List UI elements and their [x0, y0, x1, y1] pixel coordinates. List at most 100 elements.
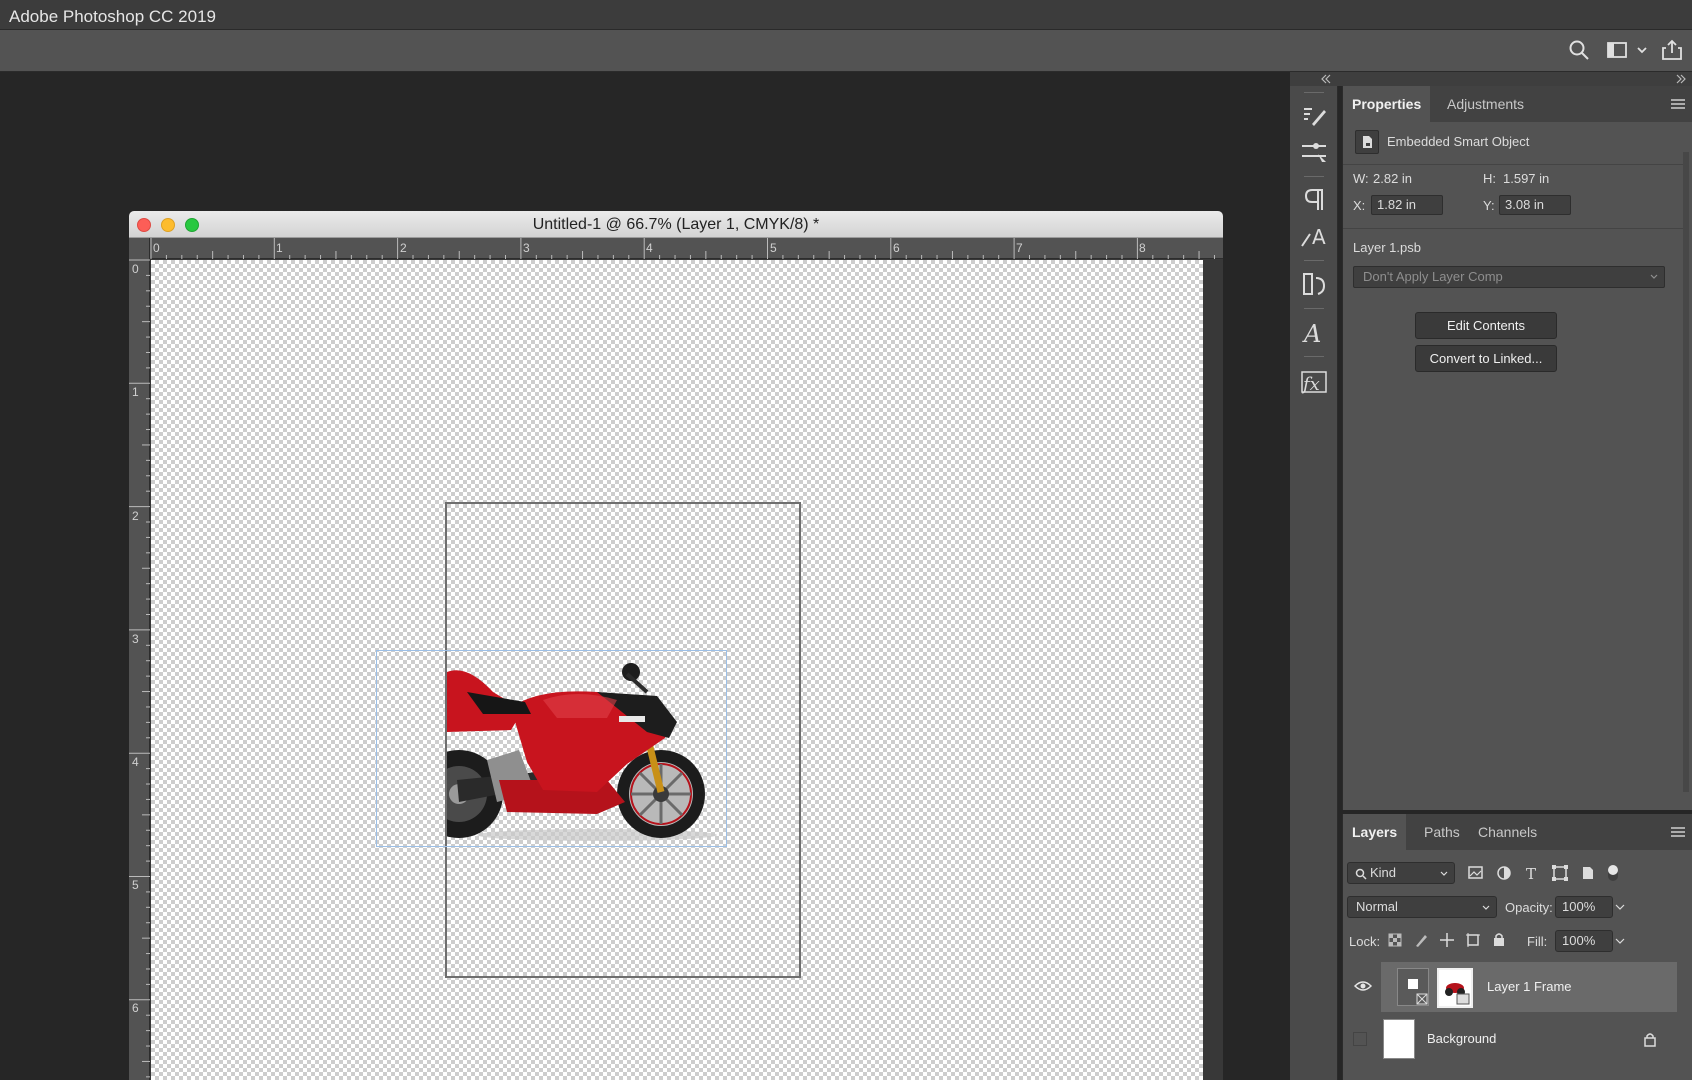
blend-mode-select[interactable]: Normal [1347, 896, 1497, 918]
tab-paths[interactable]: Paths [1415, 814, 1469, 850]
horizontal-ruler[interactable]: 0 1 2 3 4 5 6 7 8 [150, 238, 1223, 259]
layer-row-layer-1-frame[interactable]: Layer 1 Frame [1343, 962, 1677, 1012]
chevron-down-icon [1482, 905, 1490, 910]
brushes-icon[interactable] [1296, 136, 1332, 168]
divider [1343, 228, 1683, 229]
ruler-label: 1 [132, 385, 139, 399]
h-label: H: [1483, 171, 1496, 186]
lock-artboard-icon[interactable] [1465, 932, 1481, 948]
lock-position-icon[interactable] [1439, 932, 1455, 948]
tab-adjustments[interactable]: Adjustments [1438, 86, 1533, 122]
divider [1343, 164, 1683, 165]
edit-contents-button[interactable]: Edit Contents [1415, 312, 1557, 339]
frame-icon [1416, 993, 1428, 1005]
separator [1304, 92, 1324, 93]
filter-kind-select[interactable]: Kind [1347, 862, 1455, 884]
filter-toggle-icon[interactable] [1603, 863, 1623, 883]
object-type-label: Embedded Smart Object [1387, 134, 1530, 149]
filter-type-icon[interactable]: T [1523, 864, 1541, 882]
layer-comp-select[interactable]: Don't Apply Layer Comp [1353, 266, 1665, 288]
lock-icon [1644, 1033, 1656, 1047]
w-value[interactable]: 2.82 in [1373, 171, 1412, 186]
layers-panel: Layers Paths Channels Kind T Normal Opac… [1342, 814, 1692, 1080]
layer-name[interactable]: Background [1427, 1031, 1496, 1046]
properties-scrollbar[interactable] [1683, 152, 1689, 792]
w-label: W: [1353, 171, 1369, 186]
glyphs-icon[interactable]: A [1296, 316, 1332, 348]
separator [1304, 260, 1324, 261]
vertical-ruler[interactable]: 0 1 2 3 4 5 6 [129, 238, 150, 1080]
document-canvas[interactable] [151, 260, 1203, 1080]
ruler-label: 5 [132, 878, 139, 892]
fill-field[interactable]: 100% [1555, 930, 1613, 952]
search-icon[interactable] [1568, 39, 1590, 61]
x-label: X: [1353, 198, 1366, 213]
history-icon[interactable] [1296, 268, 1332, 300]
collapse-right-icon[interactable] [1675, 74, 1687, 84]
paragraph-icon[interactable] [1296, 184, 1332, 216]
chevron-down-icon[interactable] [1636, 39, 1648, 61]
search-icon [1355, 868, 1367, 880]
ruler-label: 5 [770, 241, 777, 255]
ruler-label: 0 [153, 241, 160, 255]
file-name-label: Layer 1.psb [1353, 240, 1421, 255]
filter-adjustment-icon[interactable] [1495, 864, 1513, 882]
collapse-left-icon[interactable] [1320, 74, 1332, 84]
ruler-label: 3 [132, 632, 139, 646]
filter-kind-value: Kind [1370, 865, 1397, 880]
separator [1304, 356, 1324, 357]
workspace-icon[interactable] [1606, 39, 1628, 61]
frame-thumbnail[interactable] [1397, 968, 1429, 1006]
document-scroll-area [1203, 260, 1223, 1080]
filter-pixel-icon[interactable] [1467, 864, 1485, 882]
document-titlebar: Untitled-1 @ 66.7% (Layer 1, CMYK/8) * [129, 211, 1223, 238]
y-field[interactable]: 3.08 in [1499, 195, 1571, 215]
lock-all-icon[interactable] [1491, 931, 1507, 947]
tab-channels[interactable]: Channels [1469, 814, 1546, 850]
lock-transparent-icon[interactable] [1387, 932, 1403, 948]
panel-icon-strip: A A fx [1290, 86, 1338, 1080]
smart-object-thumbnail[interactable] [1437, 968, 1473, 1008]
convert-to-linked-button[interactable]: Convert to Linked... [1415, 345, 1557, 372]
separator [1304, 176, 1324, 177]
visibility-toggle[interactable] [1353, 1032, 1367, 1046]
brush-settings-icon[interactable] [1296, 100, 1332, 132]
layer-row-background[interactable]: Background [1343, 1014, 1677, 1064]
ruler-label: 2 [132, 509, 139, 523]
layer-comp-value: Don't Apply Layer Comp [1363, 269, 1503, 284]
ruler-label: 8 [1139, 241, 1146, 255]
panel-menu-icon[interactable] [1671, 98, 1685, 110]
lock-pixels-icon[interactable] [1413, 932, 1429, 948]
layers-tabbar: Layers Paths Channels [1343, 814, 1692, 850]
document-title: Untitled-1 @ 66.7% (Layer 1, CMYK/8) * [532, 216, 820, 233]
app-titlebar: Adobe Photoshop CC 2019 [0, 0, 1692, 30]
panel-menu-icon[interactable] [1671, 826, 1685, 838]
horizontal-ruler-ticks [150, 238, 1215, 259]
tab-properties[interactable]: Properties [1343, 86, 1431, 122]
filter-smart-object-icon[interactable] [1579, 864, 1597, 882]
options-bar [0, 30, 1692, 72]
fill-label: Fill: [1527, 934, 1548, 949]
x-field[interactable]: 1.82 in [1371, 195, 1443, 215]
chevron-down-icon[interactable] [1615, 938, 1625, 944]
eye-icon[interactable] [1354, 980, 1372, 992]
filter-shape-icon[interactable] [1551, 864, 1569, 882]
character-icon[interactable]: A [1296, 220, 1332, 252]
h-value[interactable]: 1.597 in [1503, 171, 1549, 186]
ruler-label: 4 [646, 241, 653, 255]
opacity-field[interactable]: 100% [1555, 896, 1613, 918]
share-icon[interactable] [1661, 39, 1683, 61]
frame-thumbnail-fill [1408, 979, 1418, 989]
chevron-down-icon[interactable] [1615, 904, 1625, 910]
properties-tabbar: Properties Adjustments [1343, 86, 1692, 122]
smart-object-icon [1355, 130, 1379, 154]
motorcycle-image[interactable] [447, 652, 725, 846]
svg-text:T: T [1526, 865, 1536, 882]
tab-layers[interactable]: Layers [1343, 814, 1407, 850]
ruler-label: 7 [1016, 241, 1023, 255]
ruler-label: 6 [132, 1001, 139, 1015]
styles-icon[interactable]: fx [1296, 366, 1332, 398]
panel-dock-bar [1290, 72, 1692, 86]
layer-name[interactable]: Layer 1 Frame [1487, 979, 1572, 994]
background-thumbnail[interactable] [1383, 1019, 1415, 1059]
